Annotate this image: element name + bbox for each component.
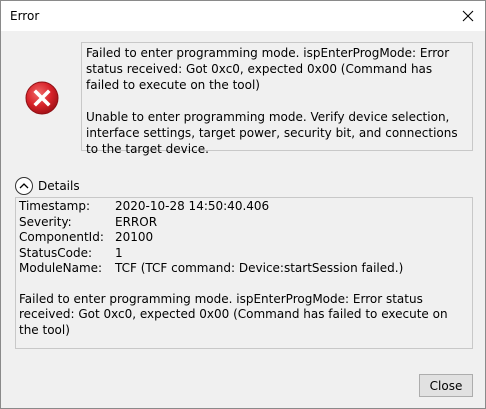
detail-row-timestamp: Timestamp: 2020-10-28 14:50:40.406 bbox=[19, 199, 469, 215]
detail-value: 2020-10-28 14:50:40.406 bbox=[115, 199, 270, 213]
details-message: Failed to enter programming mode. ispEnt… bbox=[19, 291, 448, 337]
chevron-up-icon bbox=[15, 177, 33, 195]
error-dialog: Error Failed to enter programming mode. … bbox=[0, 0, 486, 409]
detail-key: ModuleName: bbox=[19, 261, 103, 275]
detail-key: Timestamp: bbox=[19, 199, 91, 213]
detail-row-modulename: ModuleName: TCF (TCF command: Device:sta… bbox=[19, 261, 469, 277]
details-panel: Timestamp: 2020-10-28 14:50:40.406 Sever… bbox=[15, 197, 473, 349]
detail-key: StatusCode: bbox=[19, 245, 93, 260]
title-bar: Error bbox=[1, 1, 485, 31]
close-button[interactable]: Close bbox=[419, 374, 473, 397]
details-toggle[interactable]: Details bbox=[15, 177, 80, 195]
detail-row-severity: Severity: ERROR bbox=[19, 215, 469, 231]
error-message-box: Failed to enter programming mode. ispEnt… bbox=[81, 42, 473, 156]
detail-key: Severity: bbox=[19, 214, 72, 229]
detail-value: 1 bbox=[115, 245, 123, 260]
error-message-primary: Failed to enter programming mode. ispEnt… bbox=[86, 46, 450, 92]
detail-row-statuscode: StatusCode: 1 bbox=[19, 246, 469, 262]
detail-row-componentid: ComponentId: 20100 bbox=[19, 230, 469, 246]
window-title: Error bbox=[10, 9, 40, 23]
error-message-hint: Unable to enter programming mode. Verify… bbox=[86, 110, 458, 156]
detail-value: 20100 bbox=[115, 230, 154, 244]
detail-value: ERROR bbox=[115, 214, 158, 229]
close-icon[interactable] bbox=[451, 1, 485, 31]
error-icon bbox=[25, 81, 59, 115]
detail-key: ComponentId: bbox=[19, 230, 104, 244]
details-label: Details bbox=[38, 179, 80, 193]
detail-value: TCF (TCF command: Device:startSession fa… bbox=[115, 261, 404, 275]
